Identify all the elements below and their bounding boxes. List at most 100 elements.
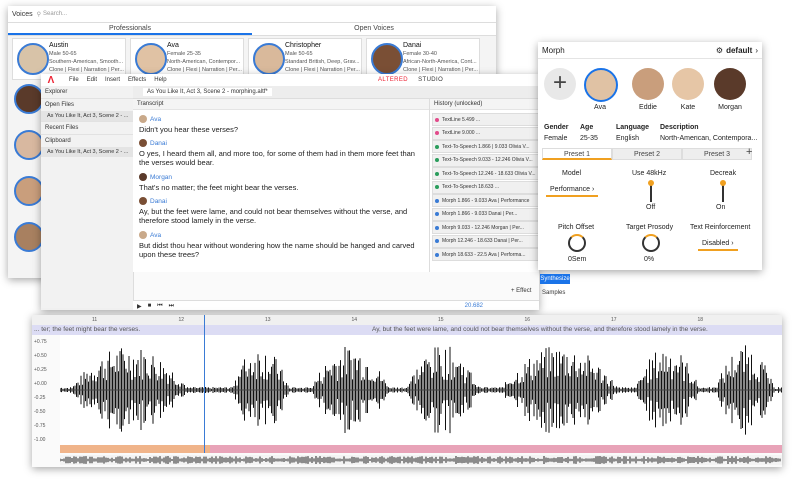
waveform-area[interactable] [59,335,782,445]
line-text[interactable]: Didn't you hear these verses? [139,125,419,134]
model-select[interactable]: Performance › [546,184,599,197]
avatar[interactable] [14,222,44,252]
line-text[interactable]: That's no matter; the feet might bear th… [139,183,419,192]
search-placeholder: Search... [43,11,68,17]
voice-name: Ava [167,42,179,49]
history-item[interactable]: TextLine 9.000 ... [432,126,539,140]
history-dot-icon [435,239,439,243]
tab-preset-3[interactable]: Preset 3 [682,148,752,160]
amplitude-tick-label: +0.00 [34,381,47,387]
brand-title: ALTERED STUDIO [378,77,443,83]
pitch-value: 0Sem [568,256,587,263]
brand-suffix: STUDIO [418,77,444,83]
transcript-line[interactable]: Danai O yes, I heard them all, and more … [139,139,419,167]
history-dot-icon [435,131,439,135]
ruler-tick-label: 11 [92,317,98,323]
waveform-svg [59,345,782,435]
avatar[interactable] [14,84,44,114]
add-voice-button[interactable]: + [544,68,576,100]
preset-select[interactable]: ⚙ default › [716,46,758,55]
tab-preset-2[interactable]: Preset 2 [612,148,682,160]
history-dot-icon [435,158,439,162]
line-text[interactable]: O yes, I heard them all, and more too, f… [139,149,419,167]
avatar-morgan[interactable] [714,68,746,100]
history-item[interactable]: Morph 1.866 - 9.033 Ava | Performance [432,194,539,207]
age-value: 25-35 [580,135,598,142]
line-text[interactable]: Ay, but the feet were lame, and could no… [139,207,419,225]
avatar-ava[interactable] [584,68,618,102]
skip-start-icon[interactable]: ⏮ [157,303,162,310]
history-item[interactable]: Morph 12.246 - 18.633 Danai | Per... [432,234,539,248]
transcript-line[interactable]: Danai Ay, but the feet were lame, and co… [139,197,419,225]
open-files-header[interactable]: Open Files [41,98,133,111]
document-tab[interactable]: As You Like It, Act 3, Scene 2 - morphin… [143,88,272,96]
avatar [253,43,285,75]
line-text[interactable]: But didst thou hear without wondering ho… [139,241,419,259]
history-item[interactable]: Morph 1.866 - 9.033 Danai | Per... [432,207,539,221]
open-file-item[interactable]: As You Like It, Act 3, Scene 2 - ... [41,111,133,121]
pitch-label: Pitch Offset [558,224,595,231]
time-ruler[interactable]: 111213141516171819202122 [32,315,782,325]
tab-open-voices[interactable]: Open Voices [252,23,496,35]
history-item[interactable]: Morph 18.633 - 22.5 Ava | Performa... [432,248,539,261]
prosody-value: 0% [644,256,655,263]
speaker-name: Ava [150,231,162,239]
voice-description: North-American, Contempor... [167,59,241,65]
history-item[interactable]: Text-To-Speech 18.633 ... [432,180,539,194]
history-label: Text-To-Speech 1.866 | 9.033 Olivia V... [442,143,530,150]
play-icon[interactable]: ▶ [137,303,142,310]
history-dot-icon [435,185,439,189]
document-tabs: As You Like It, Act 3, Scene 2 - morphin… [133,86,539,99]
decreak-toggle[interactable] [720,180,726,202]
history-item[interactable]: Morph 9.033 - 12.246 Morgan | Per... [432,221,539,234]
avatar-kate[interactable] [672,68,704,100]
transcript-line[interactable]: Ava But didst thou hear without wonderin… [139,231,419,259]
menu-insert[interactable]: Insert [105,77,120,83]
samples-header[interactable]: Samples [542,290,565,296]
ruler-tick-label: 18 [697,317,704,323]
clipboard-header[interactable]: Clipboard [41,134,133,147]
add-effect-button[interactable]: + Effect [511,288,531,294]
app-logo-icon: Λ [47,74,55,86]
speaker-track-orange[interactable] [60,445,210,453]
avatar[interactable] [14,176,44,206]
skip-end-icon[interactable]: ⏭ [169,303,174,310]
stop-icon[interactable]: ■ [148,303,152,309]
transcript-line[interactable]: Ava Didn't you hear these verses? [139,115,419,134]
amplitude-tick-label: +0.25 [34,367,47,373]
history-item[interactable]: TextLine 5.499 ... [432,113,539,126]
clipboard-item[interactable]: As You Like It, Act 3, Scene 2 - ... [41,147,133,157]
history-item[interactable]: Text-To-Speech 12.246 - 18.633 Olivia V.… [432,167,539,180]
explorer-title: Explorer [45,89,68,95]
transcript-track[interactable]: ... ter; the feet might bear the verses.… [32,325,782,335]
use48-toggle[interactable] [648,180,654,202]
voices-search[interactable]: ⚲ Search... [37,9,157,19]
history-item[interactable]: Text-To-Speech 1.866 | 9.033 Olivia V... [432,140,539,153]
model-value: Performance [550,186,591,193]
avatar-label: Morgan [718,104,742,111]
overview-strip[interactable] [59,455,782,465]
voice-name: Christopher [285,42,322,49]
amplitude-tick-label: -0.75 [34,423,46,429]
tab-preset-1[interactable]: Preset 1 [542,148,612,160]
avatar-eddie[interactable] [632,68,664,100]
voice-tags: Clone | Flexi | Narration | Per... [285,67,360,73]
menu-effects[interactable]: Effects [128,77,146,83]
add-preset-button[interactable]: + [746,146,752,158]
explorer-sidebar: Explorer Open Files As You Like It, Act … [41,86,134,310]
transcript-line[interactable]: Morgan That's no matter; the feet might … [139,173,419,192]
recent-files-header[interactable]: Recent Files [41,121,133,134]
menu-help[interactable]: Help [154,77,166,83]
playhead-cursor[interactable] [204,315,205,453]
history-item[interactable]: Text-To-Speech 9.033 - 12.246 Olivia V..… [432,153,539,167]
menu-edit[interactable]: Edit [87,77,97,83]
pitch-knob[interactable] [568,234,586,252]
voices-topbar: Voices ⚲ Search... [8,6,496,23]
tab-professionals[interactable]: Professionals [8,23,252,35]
ruler-tick-label: 17 [611,317,617,323]
menu-file[interactable]: File [69,77,79,83]
text-reinforcement-select[interactable]: Disabled › [698,238,738,251]
synthesize-button[interactable]: Synthesize [540,274,570,284]
avatar[interactable] [14,130,44,160]
prosody-knob[interactable] [642,234,660,252]
